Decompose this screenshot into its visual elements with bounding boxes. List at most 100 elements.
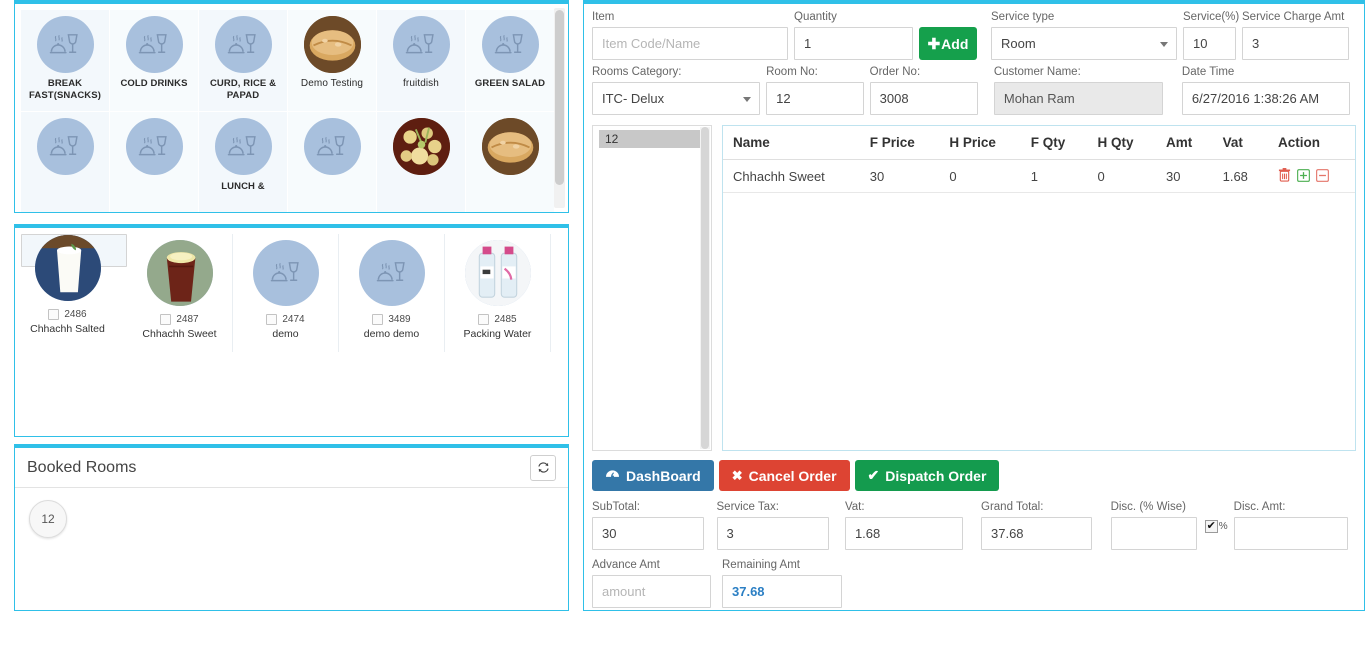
item-label: Item [592,11,615,23]
category-icon [214,118,272,175]
item-checkbox[interactable] [478,314,490,325]
category-card[interactable]: BREAK FAST(SNACKS) [21,10,110,112]
categories-scrollbar[interactable] [554,8,565,208]
category-card[interactable] [288,112,377,212]
item-checkbox[interactable] [160,314,172,325]
order-no-label: Order No: [869,66,921,78]
disc-amt-input[interactable] [1233,517,1348,550]
room-list-scrollbar-thumb[interactable] [701,127,709,449]
vat-label: Vat: [844,501,865,513]
item-card[interactable]: 3489 demo demo [339,234,445,352]
item-card[interactable]: 2474 demo [233,234,339,352]
categories-scroll-area: BREAK FAST(SNACKS) COLD DRINKS CURD, RICE … [15,4,568,212]
refresh-button[interactable] [530,454,556,481]
category-card[interactable]: fruitdish [377,10,466,112]
category-card[interactable] [21,112,110,212]
dashboard-button[interactable]: DashBoard [592,460,714,491]
dashboard-icon [606,470,619,479]
service-type-select[interactable]: Room [991,27,1177,60]
service-type-value: Room [1001,36,1036,51]
category-card[interactable]: LUNCH & [199,112,288,212]
category-card[interactable] [466,112,555,212]
category-card[interactable]: CURD, RICE & PAPAD [199,10,288,112]
categories-scrollbar-thumb[interactable] [555,10,564,185]
category-icon [125,16,183,73]
item-meta: 2474 [266,314,305,325]
room-list-scrollbar[interactable] [700,127,710,449]
remaining-amt-input[interactable]: 37.68 [722,575,842,608]
date-time-input[interactable]: 6/27/2016 1:38:26 AM [1181,82,1351,115]
subtotal-input[interactable]: 30 [592,517,704,550]
order-table-header-row: Name F Price H Price F Qty H Qty Amt Vat Action [723,126,1355,160]
cancel-order-button[interactable]: ✖ Cancel Order [718,460,850,491]
categories-panel: BREAK FAST(SNACKS) COLD DRINKS CURD, RICE … [14,0,569,213]
minus-box-icon[interactable] [1316,168,1329,184]
plus-box-icon[interactable] [1297,168,1310,184]
item-checkbox[interactable] [266,314,278,325]
pct-checkbox[interactable]: ✔ [1204,520,1218,533]
item-card[interactable]: 2486 Chhachh Salted [21,234,127,335]
category-icon [214,16,272,73]
grand-total-input[interactable]: 37.68 [981,517,1092,550]
pct-toggle[interactable]: ✔ % [1204,520,1228,533]
dispatch-order-button[interactable]: ✔ Dispatch Order [854,460,1000,491]
item-image [34,235,101,301]
booked-room-bubble[interactable]: 12 [29,500,67,538]
form-row-1: Item Item Code/Name Quantity 1 ✚ Add Serv… [592,10,1356,60]
category-card[interactable] [377,112,466,212]
room-select-list[interactable]: 12 [592,125,712,451]
category-icon [481,118,539,175]
item-card[interactable]: 2485 Packing Water [445,234,551,352]
service-pct-field: Service(%) 10 [1183,10,1239,60]
add-button[interactable]: ✚ Add [919,27,977,60]
dispatch-order-button-label: Dispatch Order [885,467,987,484]
table-row: Chhachh Sweet 30 0 1 0 30 1.68 [723,159,1355,193]
item-card[interactable]: 2487 Chhachh Sweet [127,234,233,352]
service-pct-input[interactable]: 10 [1183,27,1236,60]
date-time-field: Date Time 6/27/2016 1:38:26 AM [1181,65,1351,115]
plus-icon: ✚ [927,35,941,53]
service-tax-input[interactable]: 3 [716,517,829,550]
rooms-category-select[interactable]: ITC- Delux [592,82,761,115]
dish-wineglass-icon [494,33,523,53]
category-card[interactable]: GREEN SALAD [466,10,555,112]
room-no-field: Room No: 12 [766,65,864,115]
dish-wineglass-icon [227,135,256,155]
category-card[interactable] [110,112,199,212]
disc-pct-input[interactable] [1110,517,1197,550]
category-icon [392,118,450,175]
vat-field: Vat: 1.68 [844,500,963,550]
order-no-input[interactable]: 3008 [869,82,978,115]
order-table-header-cell: Name [723,126,860,160]
rooms-category-field: Rooms Category: ITC- Delux [592,65,761,115]
item-input[interactable]: Item Code/Name [592,27,788,60]
room-no-label: Room No: [766,66,818,78]
customer-name-label: Customer Name: [993,66,1081,78]
customer-name-input[interactable]: Mohan Ram [993,82,1163,115]
trash-icon[interactable] [1278,168,1291,184]
bread-photo [303,16,361,73]
service-tax-label: Service Tax: [716,501,779,513]
category-label: COLD DRINKS [120,78,188,89]
item-checkbox[interactable] [48,309,60,320]
vat-input[interactable]: 1.68 [844,517,963,550]
chevron-down-icon [743,96,752,102]
category-card[interactable]: Demo Testing [288,10,377,112]
item-name: Packing Water [463,328,532,340]
item-checkbox[interactable] [372,314,384,325]
quantity-label: Quantity [794,11,837,23]
service-charge-amt-input[interactable]: 3 [1242,27,1349,60]
remaining-amt-value: 37.68 [732,584,765,599]
advance-amt-input[interactable]: amount [592,575,711,608]
category-icon [125,118,183,175]
quantity-input[interactable]: 1 [794,27,913,60]
order-table-header-cell: H Qty [1087,126,1157,160]
room-list-option[interactable]: 12 [599,130,705,148]
grand-total-field: Grand Total: 37.68 [981,500,1092,550]
room-no-input[interactable]: 12 [766,82,864,115]
category-icon [392,16,450,73]
advance-amt-field: Advance Amt amount [592,558,711,608]
pct-label: % [1218,521,1228,532]
category-grid-row-1: BREAK FAST(SNACKS) COLD DRINKS CURD, RICE … [21,10,555,112]
category-card[interactable]: COLD DRINKS [110,10,199,112]
